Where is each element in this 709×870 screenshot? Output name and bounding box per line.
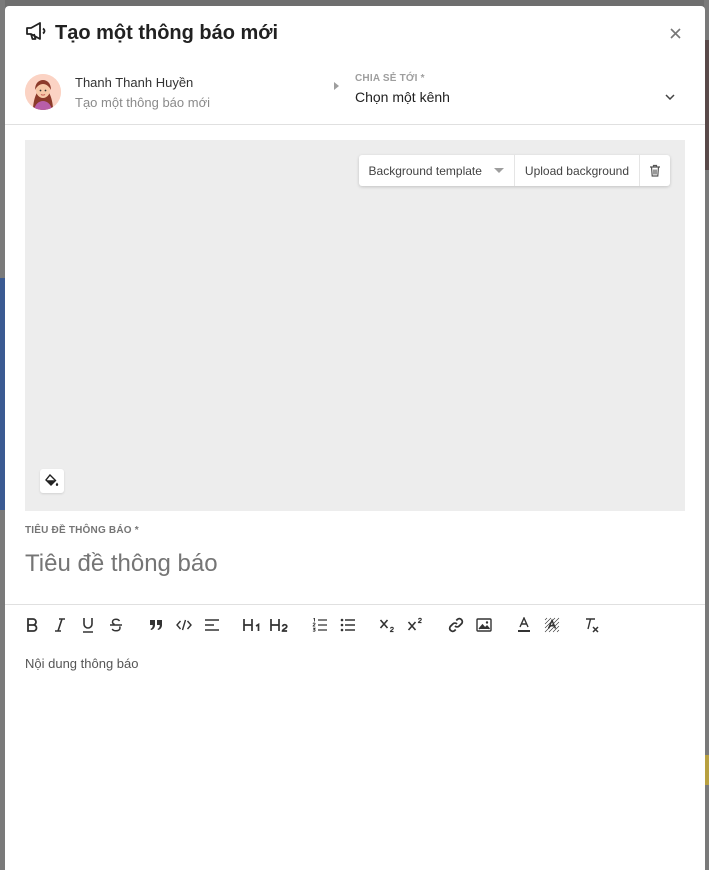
clear-format-icon [586,617,599,633]
channel-select-value: Chọn một kênh [355,89,450,105]
announcement-title-input[interactable] [25,550,685,578]
bold-button[interactable] [21,611,43,639]
upload-background-label: Upload background [524,163,629,178]
delete-background-button[interactable] [640,155,670,186]
heading2-icon [270,618,288,632]
superscript-icon [407,617,422,631]
close-icon [669,27,681,39]
content-placeholder: Nội dung thông báo [25,656,139,671]
meta-row: Thanh Thanh Huyền Tạo một thông báo mới … [5,60,705,125]
quote-icon [150,619,162,630]
heading1-icon [243,618,260,631]
underline-button[interactable] [77,611,99,639]
author-name: Thanh Thanh Huyền [75,74,194,90]
code-button[interactable] [173,611,195,639]
text-color-icon [518,616,530,632]
chevron-down-icon [665,94,675,100]
background-toolbar: Background template Upload background [358,155,670,186]
share-to-label: CHIA SẺ TỚI * [355,73,425,84]
avatar [25,74,61,110]
highlight-icon [544,617,560,632]
ordered-list-button[interactable] [309,611,331,639]
align-left-icon [205,618,219,631]
bullet-list-icon [340,618,355,631]
subscript-button[interactable] [377,611,399,639]
link-button[interactable] [445,611,467,639]
modal-title: Tạo một thông báo mới [55,21,279,44]
background-template-dropdown[interactable]: Background template [359,155,515,186]
heading2-button[interactable] [269,611,291,639]
italic-button[interactable] [49,611,71,639]
ordered-list-icon [312,617,327,632]
modal-header: Tạo một thông báo mới [5,6,705,60]
bullet-list-button[interactable] [337,611,359,639]
create-announcement-modal: Tạo một thông báo mới Thanh Thanh Huyền … [5,6,705,870]
megaphone-icon [25,21,47,46]
bold-icon [27,617,38,632]
caret-down-icon [493,168,504,173]
italic-icon [55,617,65,632]
strikethrough-icon [110,617,122,632]
share-to-field: CHIA SẺ TỚI * Chọn một kênh [355,73,685,105]
editor-toolbar [5,604,705,644]
announcement-title-label: TIÊU ĐỀ THÔNG BÁO * [25,525,139,536]
background-area[interactable]: Background template Upload background [25,140,685,511]
clear-format-button[interactable] [581,611,603,639]
link-icon [448,617,464,632]
image-icon [476,617,492,632]
paint-bucket-icon [45,474,59,486]
quote-button[interactable] [145,611,167,639]
align-button[interactable] [201,611,223,639]
announcement-content-editor[interactable]: Nội dung thông báo [25,656,685,856]
trash-icon [650,164,660,177]
close-button[interactable] [665,23,685,43]
underline-icon [83,617,93,633]
subscript-icon [379,618,394,632]
channel-select[interactable]: Chọn một kênh [355,89,685,105]
caret-right-icon [334,82,339,90]
superscript-button[interactable] [405,611,427,639]
image-button[interactable] [473,611,495,639]
background-template-label: Background template [368,163,482,178]
author-subtitle: Tạo một thông báo mới [75,94,210,110]
text-color-button[interactable] [513,611,535,639]
background-color-button[interactable] [40,469,64,493]
background-color-format-button[interactable] [541,611,563,639]
author-info: Thanh Thanh Huyền Tạo một thông báo mới [75,75,210,110]
announcement-title-field: TIÊU ĐỀ THÔNG BÁO * [25,525,685,578]
strikethrough-button[interactable] [105,611,127,639]
heading1-button[interactable] [241,611,263,639]
upload-background-button[interactable]: Upload background [515,155,640,186]
code-icon [176,619,192,630]
